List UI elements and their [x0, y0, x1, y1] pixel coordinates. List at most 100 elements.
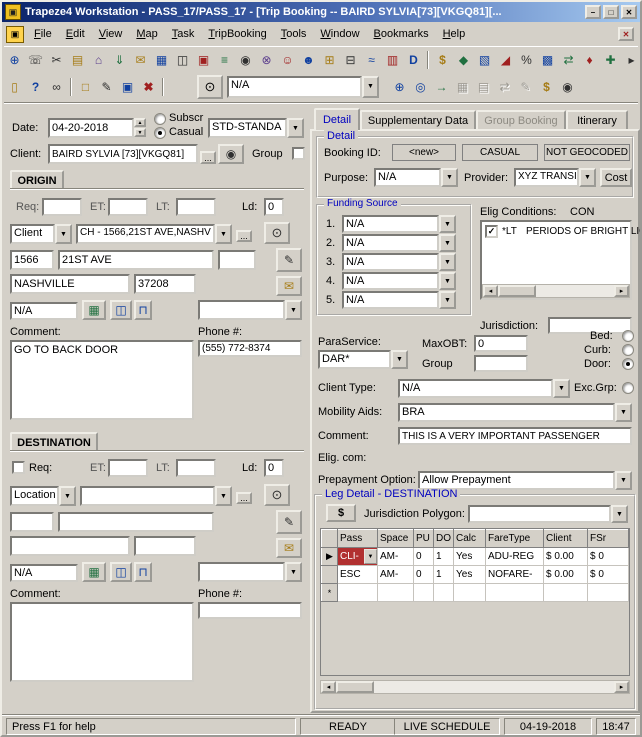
cell-calc[interactable]: Yes: [454, 548, 486, 566]
curb-radio[interactable]: [622, 344, 634, 356]
trip-booking-window-icon[interactable]: ▣: [6, 26, 24, 43]
dollar-icon[interactable]: $: [432, 49, 453, 70]
minimize-button[interactable]: –: [585, 5, 601, 19]
funding-3-combo[interactable]: N/A: [342, 253, 456, 271]
money-icon[interactable]: $: [536, 76, 557, 97]
schedule-icon[interactable]: ▣: [193, 49, 214, 70]
origin-zip-input[interactable]: [134, 274, 196, 294]
cell-pu[interactable]: 0: [414, 548, 434, 566]
cell-do[interactable]: [434, 584, 454, 602]
funding-3-value[interactable]: N/A: [342, 253, 439, 271]
cell-fsr[interactable]: $ 0: [588, 548, 629, 566]
close-button[interactable]: ✕: [621, 5, 637, 19]
client-type-value[interactable]: N/A: [398, 379, 553, 398]
jurisdiction-polygon-value[interactable]: [468, 505, 611, 523]
chevron-down-icon[interactable]: [215, 224, 232, 244]
globe-icon[interactable]: ⊕: [389, 76, 410, 97]
go-icon[interactable]: →: [431, 76, 452, 97]
cell-fsr[interactable]: $ 0: [588, 566, 629, 584]
destination-comment-textarea[interactable]: [10, 602, 194, 682]
elig-conditions-listbox[interactable]: *LT PERIODS OF BRIGHT LIG ◂ ▸: [480, 220, 632, 300]
origin-street-name-input[interactable]: [58, 250, 214, 270]
destination-mail-button[interactable]: ✉: [276, 538, 302, 558]
menu-window[interactable]: Window: [313, 25, 366, 43]
cell-calc[interactable]: [454, 584, 486, 602]
paraservice-value[interactable]: DAR*: [318, 350, 391, 369]
funding-4-value[interactable]: N/A: [342, 272, 439, 290]
delete-icon[interactable]: ✖: [138, 76, 159, 97]
cell-pu[interactable]: [414, 584, 434, 602]
scissors-icon[interactable]: ✂: [46, 49, 67, 70]
table-row[interactable]: ESC AM- 0 1 Yes NOFARE- $ 0.00 $ 0: [322, 566, 629, 584]
cell-space[interactable]: AM-: [378, 548, 414, 566]
menu-bookmarks[interactable]: Bookmarks: [367, 25, 436, 43]
origin-search-button[interactable]: ⊙: [264, 222, 290, 244]
maxobt-input[interactable]: [474, 335, 528, 352]
grid-header-fsr[interactable]: FSr: [588, 530, 629, 548]
grid-header-do[interactable]: DO: [434, 530, 454, 548]
payphone-icon[interactable]: ☏: [25, 49, 46, 70]
row-selector[interactable]: [322, 566, 338, 584]
grid-icon[interactable]: ▩: [537, 49, 558, 70]
funding-1-value[interactable]: N/A: [342, 215, 439, 233]
scroll-thumb[interactable]: [336, 681, 374, 693]
elig-hscrollbar[interactable]: ◂ ▸: [482, 284, 630, 298]
mobility-aids-combo[interactable]: BRA: [398, 403, 632, 422]
chevron-down-icon[interactable]: [441, 168, 458, 187]
destination-type-combo[interactable]: Location: [10, 486, 76, 506]
group-checkbox[interactable]: [292, 147, 305, 160]
elig-item-checkbox[interactable]: [485, 225, 498, 238]
tab-detail[interactable]: Detail: [314, 108, 360, 130]
menu-map[interactable]: Map: [129, 25, 164, 43]
menu-tripbooking[interactable]: TripBooking: [201, 25, 273, 43]
ledger-icon[interactable]: ≡: [214, 49, 235, 70]
purpose-value[interactable]: N/A: [374, 168, 441, 187]
jurisdiction-polygon-combo[interactable]: [468, 505, 628, 523]
edit-booking-icon[interactable]: ✎: [96, 76, 117, 97]
mdi-close-icon[interactable]: ✕: [618, 27, 634, 41]
scroll-right-icon[interactable]: ▸: [614, 681, 629, 693]
client-icon[interactable]: ☻: [298, 49, 319, 70]
origin-et-input[interactable]: [108, 198, 148, 216]
scroll-track[interactable]: [536, 285, 614, 297]
purpose-combo[interactable]: N/A: [374, 168, 458, 187]
cell-client-fare[interactable]: [544, 584, 588, 602]
client-photo-button[interactable]: ◉: [218, 144, 244, 164]
mailbox-icon[interactable]: ✉: [130, 49, 151, 70]
cell-do[interactable]: 1: [434, 566, 454, 584]
origin-comment-textarea[interactable]: GO TO BACK DOOR: [10, 340, 194, 420]
destination-ld-input[interactable]: [264, 459, 284, 477]
cost-button[interactable]: Cost: [600, 168, 632, 187]
destination-address-combo[interactable]: [80, 486, 232, 506]
cell-space[interactable]: AM-: [378, 566, 414, 584]
origin-address-value[interactable]: CH - 1566,21ST AVE,NASHV: [76, 224, 215, 244]
destination-et-input[interactable]: [108, 459, 148, 477]
grid-header-space[interactable]: Space: [378, 530, 414, 548]
destination-type-value[interactable]: Location: [10, 486, 59, 506]
percent-icon[interactable]: %: [516, 49, 537, 70]
origin-lt-input[interactable]: [176, 198, 216, 216]
table-row[interactable]: *: [322, 584, 629, 602]
grid-header-calc[interactable]: Calc: [454, 530, 486, 548]
origin-street-number-input[interactable]: [10, 250, 54, 270]
cell-pu[interactable]: 0: [414, 566, 434, 584]
group-size-input[interactable]: [474, 355, 528, 372]
tab-itinerary[interactable]: Itinerary: [566, 110, 628, 130]
monitors-icon[interactable]: ◫: [172, 49, 193, 70]
cell-pass[interactable]: [338, 584, 378, 602]
cell-pass[interactable]: ESC: [338, 566, 378, 584]
destination-pillar-button[interactable]: ⊓: [134, 562, 152, 582]
destination-phone-input[interactable]: [198, 602, 302, 619]
destination-map-window-button[interactable]: ◫: [110, 562, 132, 582]
scroll-left-icon[interactable]: ◂: [483, 285, 498, 297]
destination-city-input[interactable]: [10, 536, 130, 556]
cell-faretype[interactable]: ADU-REG: [486, 548, 544, 566]
bed-radio[interactable]: [622, 330, 634, 342]
destination-tab[interactable]: DESTINATION: [10, 432, 98, 451]
destination-more-button[interactable]: ...: [236, 492, 252, 504]
destination-street-number-input[interactable]: [10, 512, 54, 532]
origin-signature-button[interactable]: ✎: [276, 248, 302, 272]
routes-icon[interactable]: ≈: [361, 49, 382, 70]
destination-site-value[interactable]: [198, 562, 285, 582]
globe-icon[interactable]: ⊕: [4, 49, 25, 70]
